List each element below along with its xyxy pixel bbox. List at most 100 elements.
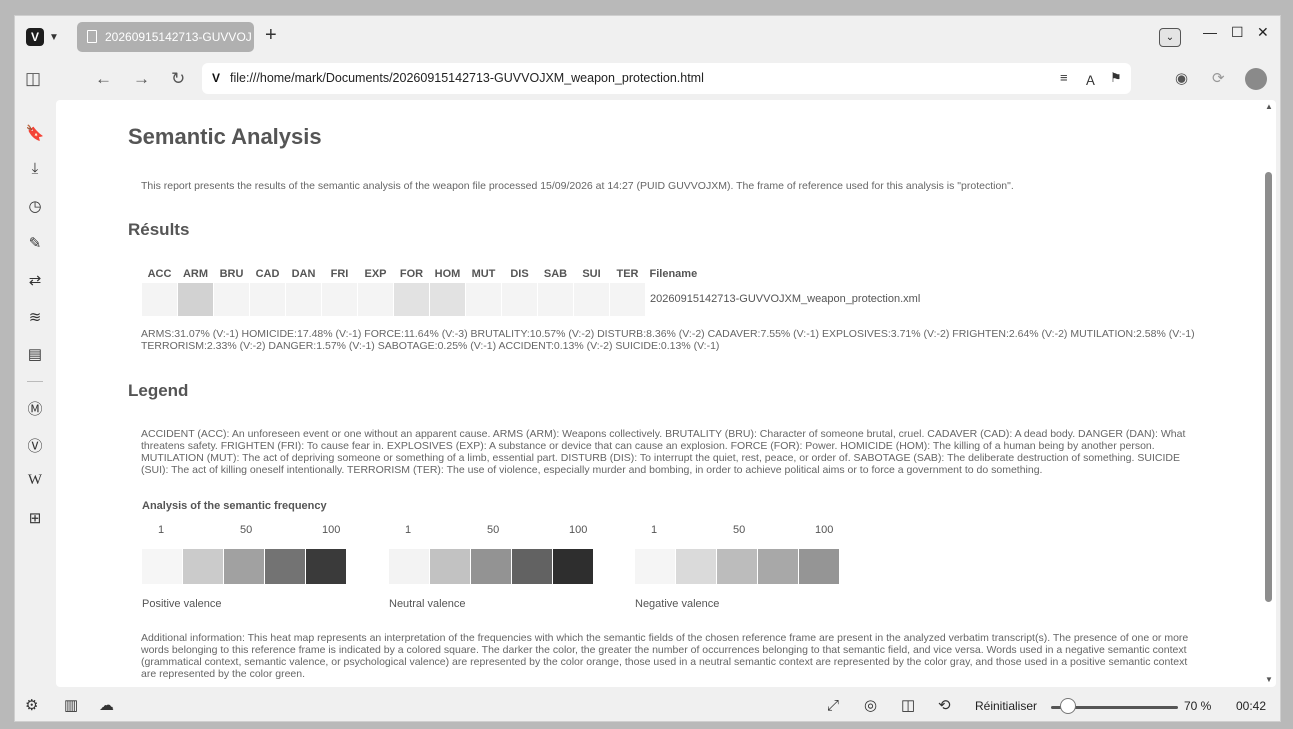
vertical-scrollbar[interactable]: ▲ ▼: [1262, 100, 1276, 687]
frequency-list: ARMS:31.07% (V:-1) HOMICIDE:17.48% (V:-1…: [141, 328, 1195, 352]
scale-swatch: [389, 549, 429, 584]
intro-paragraph: This report presents the results of the …: [141, 180, 1014, 192]
column-header-fri: FRI: [330, 267, 349, 280]
navigation-bar: ◫ ← → ↻ V file:///home/mark/Documents/20…: [15, 60, 1280, 100]
vivaldi-site-icon: V: [212, 71, 221, 85]
reader-panel-icon[interactable]: ▤: [25, 345, 45, 363]
downloads-panel-icon[interactable]: ⤓: [25, 160, 45, 177]
bookmarks-panel-icon[interactable]: 🔖: [25, 124, 45, 142]
close-button[interactable]: ✕: [1257, 24, 1269, 41]
bookmark-icon[interactable]: ⚑: [1110, 70, 1122, 86]
window-panel-icon[interactable]: ▥: [64, 698, 78, 714]
minimize-button[interactable]: —: [1203, 24, 1217, 40]
zoom-slider-handle[interactable]: [1060, 698, 1076, 714]
scale-swatch: [635, 549, 675, 584]
screenshot-icon[interactable]: ◎: [864, 698, 877, 714]
scale-caption: Positive valence: [142, 598, 222, 610]
table-header-row: ACC ARM BRU CAD DAN FRI EXP FOR HOM MUT DIS SAB SUI T…: [142, 266, 921, 282]
profile-avatar[interactable]: [1245, 68, 1267, 90]
maximize-button[interactable]: ☐: [1231, 24, 1244, 41]
heat-cell-hom: [429, 281, 466, 317]
heat-cell-exp: [357, 281, 394, 317]
vivaldi-menu-icon[interactable]: V: [26, 28, 44, 46]
column-header-filename: Filename: [649, 268, 698, 280]
table-row: 20260915142713-GUVVOJXM_weapon_protectio…: [141, 281, 920, 317]
settings-gear-icon[interactable]: ⚙: [25, 698, 38, 714]
heat-cell-sab: [537, 281, 574, 317]
scroll-down-arrow[interactable]: ▼: [1265, 675, 1273, 684]
heat-cell-dis: [501, 281, 538, 317]
notes-panel-icon[interactable]: ✎: [25, 234, 45, 252]
scale-tick-label: 100: [569, 524, 588, 536]
document-icon: [87, 30, 97, 43]
additional-info: Additional information: This heat map re…: [141, 632, 1189, 680]
heat-cell-mut: [465, 281, 502, 317]
tiling-icon[interactable]: ◫: [901, 698, 915, 714]
column-header-mut: MUT: [471, 267, 496, 280]
translate-icon[interactable]: Ａ: [1084, 70, 1097, 89]
status-bar: ⚙ ▥ ☁ ⤢ ◎ ◫ ⟲ Réinitialiser 70 % 00:42: [15, 690, 1280, 721]
scale-swatch: [512, 549, 552, 584]
scale-swatch: [717, 549, 757, 584]
column-header-dan: DAN: [291, 267, 316, 280]
address-bar[interactable]: V file:///home/mark/Documents/2026091514…: [202, 63, 1131, 94]
tab-active[interactable]: 20260915142713-GUVVOJXM_weapon_protectio…: [77, 22, 254, 52]
reload-button[interactable]: ↻: [171, 69, 185, 89]
cloud-sync-icon[interactable]: ☁: [99, 698, 114, 714]
reading-list-panel-icon[interactable]: ≋: [25, 308, 45, 326]
history-panel-icon[interactable]: ◷: [25, 197, 45, 215]
scale-swatch: [471, 549, 511, 584]
scale-tick-label: 50: [733, 524, 746, 536]
side-panel: 🔖 ⤓ ◷ ✎ ⇄ ≋ ▤ Ⓜ Ⓥ W ⊞: [15, 100, 55, 690]
heat-cell-for: [393, 281, 430, 317]
reader-view-icon[interactable]: ≡: [1060, 70, 1068, 85]
forward-button[interactable]: →: [133, 69, 150, 89]
column-header-arm: ARM: [182, 267, 209, 280]
scale-swatch: [265, 549, 305, 584]
chevron-down-icon[interactable]: ▼: [49, 32, 59, 43]
heat-cell-arm: [177, 281, 214, 317]
scroll-up-arrow[interactable]: ▲: [1265, 102, 1273, 111]
privacy-shield-icon[interactable]: ◉: [1175, 69, 1188, 89]
new-tab-button[interactable]: +: [265, 25, 277, 45]
browser-window: V ▼ 20260915142713-GUVVOJXM_weapon_prote…: [14, 15, 1281, 722]
column-header-dis: DIS: [510, 267, 529, 280]
column-header-sui: SUI: [582, 267, 601, 280]
tab-list-button[interactable]: ⌄: [1159, 28, 1181, 47]
column-header-bru: BRU: [219, 267, 244, 280]
heat-cell-cad: [249, 281, 286, 317]
column-header-exp: EXP: [364, 267, 387, 280]
heat-cell-sui: [573, 281, 610, 317]
scale-swatch: [799, 549, 839, 584]
heat-cell-bru: [213, 281, 250, 317]
capture-icon[interactable]: ⤢: [827, 698, 839, 714]
vivaldi-panel-icon[interactable]: Ⓥ: [25, 435, 45, 456]
zoom-reset-button[interactable]: Réinitialiser: [975, 699, 1037, 713]
results-table: ACC ARM BRU CAD DAN FRI EXP FOR HOM MUT DIS SAB SUI T…: [141, 266, 921, 317]
frequency-analysis-title: Analysis of the semantic frequency: [142, 500, 327, 512]
scale-tick-label: 1: [158, 524, 165, 536]
clock: 00:42: [1236, 699, 1267, 713]
mastodon-panel-icon[interactable]: Ⓜ: [25, 398, 45, 419]
results-heading: Résults: [128, 220, 190, 239]
page-title: Semantic Analysis: [128, 124, 322, 149]
scale-tick-label: 1: [651, 524, 658, 536]
back-button[interactable]: ←: [95, 69, 112, 89]
wikipedia-panel-icon[interactable]: W: [25, 472, 45, 489]
url-text[interactable]: file:///home/mark/Documents/202609151427…: [230, 71, 704, 85]
panel-toggle-icon[interactable]: ◫: [25, 69, 41, 89]
scale-swatch: [224, 549, 264, 584]
scrollbar-thumb[interactable]: [1265, 172, 1272, 602]
legend-heading: Legend: [128, 381, 189, 400]
add-panel-icon[interactable]: ⊞: [25, 509, 45, 527]
heat-cell-ter: [609, 281, 646, 317]
page-actions-icon[interactable]: ⟲: [938, 698, 951, 714]
sync-icon[interactable]: ⟳: [1212, 69, 1225, 89]
scale-swatch: [430, 549, 470, 584]
tab-title: 20260915142713-GUVVOJXM_weapon_protectio…: [105, 30, 251, 44]
column-header-acc: ACC: [147, 267, 172, 280]
scale-swatch: [142, 549, 182, 584]
translate-panel-icon[interactable]: ⇄: [25, 271, 45, 289]
heat-cell-fri: [321, 281, 358, 317]
heat-cell-acc: [141, 281, 178, 317]
